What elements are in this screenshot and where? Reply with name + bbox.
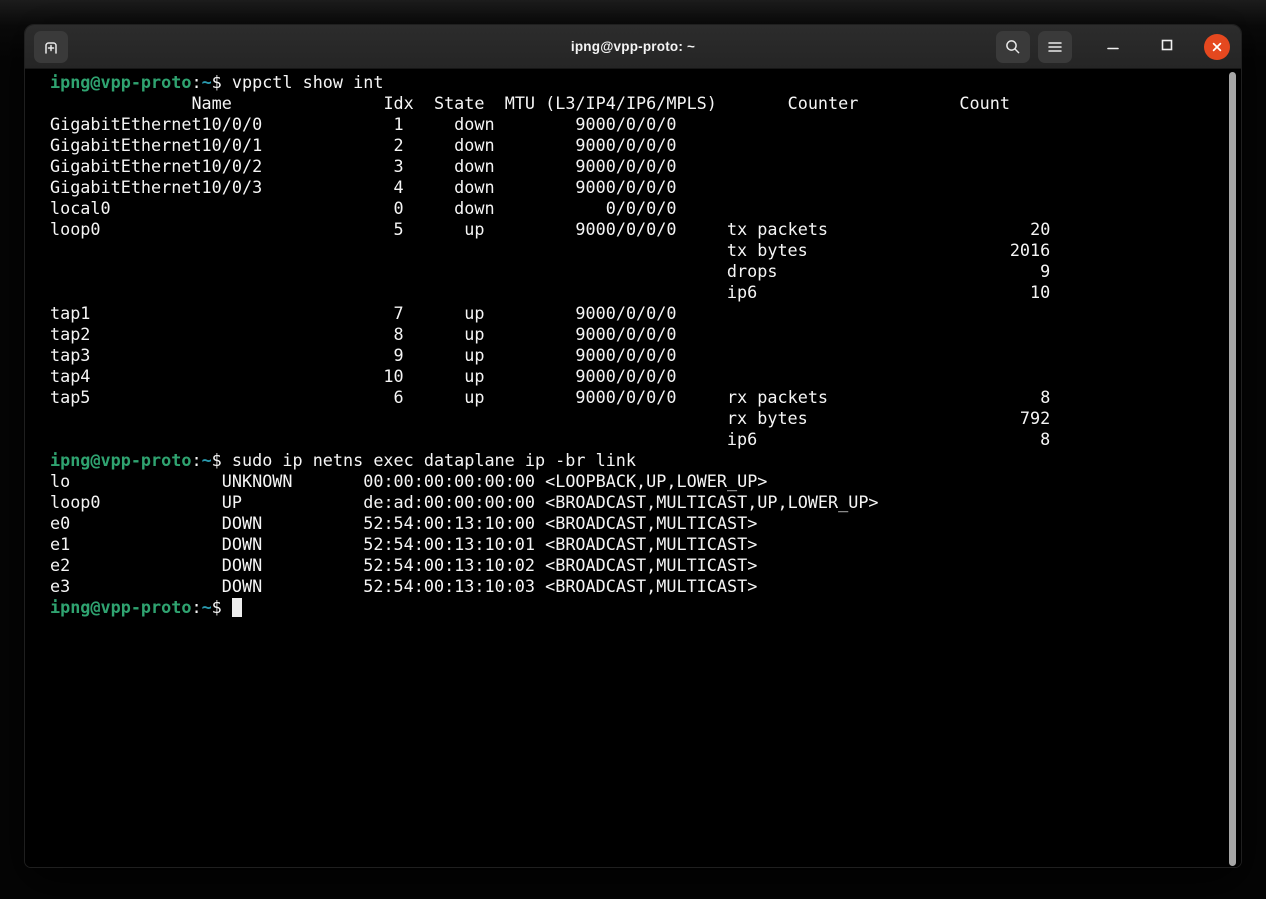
terminal-line: ipng@vpp-proto:~$ [50, 597, 1227, 618]
terminal-line: ip6 8 [50, 429, 1227, 450]
terminal-line: ipng@vpp-proto:~$ sudo ip netns exec dat… [50, 450, 1227, 471]
terminal-line: lo UNKNOWN 00:00:00:00:00:00 <LOOPBACK,U… [50, 471, 1227, 492]
terminal-line: loop0 5 up 9000/0/0/0 tx packets 20 [50, 219, 1227, 240]
terminal-line: rx bytes 792 [50, 408, 1227, 429]
terminal-cursor [232, 598, 242, 617]
terminal-line: GigabitEthernet10/0/0 1 down 9000/0/0/0 [50, 114, 1227, 135]
terminal-line: ip6 10 [50, 282, 1227, 303]
terminal-scrollbar[interactable] [1229, 72, 1236, 866]
terminal-line: e1 DOWN 52:54:00:13:10:01 <BROADCAST,MUL… [50, 534, 1227, 555]
terminal-screen[interactable]: ipng@vpp-proto:~$ vppctl show int Name I… [25, 69, 1241, 868]
terminal-window: ipng@vpp-proto: ~ [24, 24, 1242, 868]
terminal-line: tap1 7 up 9000/0/0/0 [50, 303, 1227, 324]
minimize-button[interactable] [1098, 32, 1128, 62]
terminal-line: loop0 UP de:ad:00:00:00:00 <BROADCAST,MU… [50, 492, 1227, 513]
maximize-icon [1159, 37, 1175, 56]
menu-icon [1046, 38, 1064, 56]
menu-button[interactable] [1038, 31, 1072, 63]
terminal-line: e2 DOWN 52:54:00:13:10:02 <BROADCAST,MUL… [50, 555, 1227, 576]
terminal-line: e3 DOWN 52:54:00:13:10:03 <BROADCAST,MUL… [50, 576, 1227, 597]
terminal-line: tap2 8 up 9000/0/0/0 [50, 324, 1227, 345]
terminal-line: tap3 9 up 9000/0/0/0 [50, 345, 1227, 366]
terminal-line: GigabitEthernet10/0/3 4 down 9000/0/0/0 [50, 177, 1227, 198]
minimize-icon [1105, 37, 1121, 56]
search-button[interactable] [996, 31, 1030, 63]
terminal-line: tap4 10 up 9000/0/0/0 [50, 366, 1227, 387]
terminal-line: GigabitEthernet10/0/2 3 down 9000/0/0/0 [50, 156, 1227, 177]
new-tab-button[interactable] [34, 31, 68, 63]
titlebar: ipng@vpp-proto: ~ [25, 25, 1241, 69]
new-tab-icon [41, 37, 61, 57]
terminal-line: tap5 6 up 9000/0/0/0 rx packets 8 [50, 387, 1227, 408]
search-icon [1004, 38, 1022, 56]
close-icon [1204, 34, 1230, 60]
terminal-line: Name Idx State MTU (L3/IP4/IP6/MPLS) Cou… [50, 93, 1227, 114]
terminal-line: local0 0 down 0/0/0/0 [50, 198, 1227, 219]
terminal-line: tx bytes 2016 [50, 240, 1227, 261]
terminal-line: e0 DOWN 52:54:00:13:10:00 <BROADCAST,MUL… [50, 513, 1227, 534]
titlebar-controls [996, 31, 1232, 63]
terminal-line: drops 9 [50, 261, 1227, 282]
terminal-line: ipng@vpp-proto:~$ vppctl show int [50, 72, 1227, 93]
close-button[interactable] [1202, 32, 1232, 62]
maximize-button[interactable] [1152, 32, 1182, 62]
terminal-line: GigabitEthernet10/0/1 2 down 9000/0/0/0 [50, 135, 1227, 156]
